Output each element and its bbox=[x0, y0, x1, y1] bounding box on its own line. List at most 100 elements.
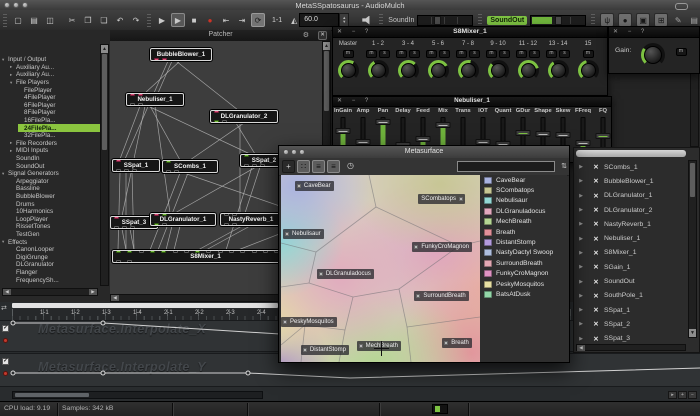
slider-handle[interactable] bbox=[376, 119, 391, 125]
surface-snapshot-funkycromagnon[interactable]: FunkyCroMagnon bbox=[412, 242, 472, 252]
mute-button[interactable]: m bbox=[546, 50, 557, 58]
input-port[interactable] bbox=[150, 250, 155, 253]
expand-icon[interactable]: ▶ bbox=[574, 336, 588, 342]
channel-gain-knob[interactable] bbox=[458, 60, 479, 81]
snapshot-button[interactable]: ▣ bbox=[636, 13, 650, 27]
toolbar-grip[interactable] bbox=[147, 13, 151, 27]
delete-icon[interactable]: ✕ bbox=[588, 278, 604, 286]
toolbar-grip[interactable] bbox=[591, 13, 595, 27]
solo-button[interactable]: s bbox=[439, 50, 450, 58]
sidebar-item-midi-inputs[interactable]: ▸MIDI Inputs bbox=[0, 147, 100, 155]
toolbar-grip[interactable] bbox=[379, 13, 383, 27]
snapshot-item-peskymosquitos[interactable]: PeskyMosquitos bbox=[480, 279, 567, 289]
snapshot-item-dlgranuladocus[interactable]: DLGranuladocus bbox=[480, 206, 567, 216]
patcher-node-sspat-1[interactable]: SSpat_1 bbox=[112, 159, 160, 172]
channel-gain-knob[interactable] bbox=[578, 60, 599, 81]
input-port[interactable] bbox=[173, 250, 178, 253]
solo-button[interactable]: s bbox=[529, 50, 540, 58]
nebuliser-titlebar[interactable]: ✕ − ? Nebuliser_1 bbox=[333, 97, 611, 107]
titlebar-widget-icon[interactable] bbox=[675, 3, 688, 10]
sidebar-item-bubbleblower[interactable]: BubbleBlower bbox=[0, 193, 100, 201]
mute-button[interactable]: m bbox=[676, 48, 687, 56]
undo-button[interactable]: ↶ bbox=[113, 13, 127, 27]
toolbar-grip[interactable] bbox=[478, 13, 482, 27]
input-port[interactable] bbox=[232, 213, 237, 216]
sidebar-item-drums[interactable]: Drums bbox=[0, 200, 100, 208]
edit-tool-button[interactable]: ✎ bbox=[671, 13, 685, 27]
surface-snapshot-dlgranuladocus[interactable]: DLGranuladocus bbox=[317, 269, 374, 279]
speaker-icon[interactable] bbox=[362, 16, 372, 25]
mute-button[interactable]: m bbox=[583, 50, 594, 58]
delete-icon[interactable]: ✕ bbox=[588, 177, 604, 185]
gain-knob[interactable] bbox=[641, 43, 665, 67]
sidebar-item-file-recorders[interactable]: ▸File Recorders bbox=[0, 140, 100, 148]
slider-handle[interactable] bbox=[416, 136, 431, 142]
tempo-control[interactable]: ◭60.0▲▼ bbox=[291, 13, 349, 27]
open-button[interactable]: ▤ bbox=[27, 13, 41, 27]
input-port[interactable] bbox=[116, 250, 121, 253]
output-port[interactable] bbox=[154, 223, 159, 226]
tempo-stepper[interactable]: ▲▼ bbox=[339, 13, 349, 27]
slider-handle[interactable] bbox=[436, 122, 451, 128]
input-port[interactable] bbox=[229, 250, 234, 253]
patcher-node-scombs-1[interactable]: SCombs_1 bbox=[162, 160, 218, 173]
palette-horizontal-scrollbar[interactable]: ◀ ▶ bbox=[2, 288, 98, 296]
doc-item-sspat-2[interactable]: ▶✕SSpat_2 bbox=[574, 317, 687, 331]
slider-handle[interactable] bbox=[536, 131, 551, 137]
slider-handle[interactable] bbox=[516, 130, 531, 136]
slider-handle[interactable] bbox=[356, 139, 371, 145]
scroll-down-icon[interactable]: ▼ bbox=[689, 329, 696, 337]
output-port[interactable] bbox=[130, 103, 135, 106]
skip-start-button[interactable]: ⇤ bbox=[219, 13, 233, 27]
channel-gain-knob[interactable] bbox=[428, 60, 449, 81]
solo-button[interactable]: s bbox=[559, 50, 570, 58]
full-screen-button[interactable]: ⊞ bbox=[654, 13, 668, 27]
input-port[interactable] bbox=[195, 250, 200, 253]
automation-point[interactable] bbox=[11, 371, 15, 375]
patcher-node-nebuliser-1[interactable]: Nebuliser_1 bbox=[126, 93, 184, 106]
delete-icon[interactable]: ✕ bbox=[588, 192, 604, 200]
scroll-left-icon[interactable]: ◀ bbox=[3, 289, 11, 295]
delete-icon[interactable]: ✕ bbox=[588, 163, 604, 171]
output-port[interactable] bbox=[162, 58, 167, 61]
delete-icon[interactable]: ✕ bbox=[588, 263, 604, 271]
sidebar-item-32filepla[interactable]: 32FilePla... bbox=[0, 132, 100, 140]
automation-line-y[interactable] bbox=[13, 368, 700, 378]
automation-point[interactable] bbox=[101, 371, 105, 375]
solo-button[interactable]: s bbox=[499, 50, 510, 58]
mute-button[interactable]: m bbox=[426, 50, 437, 58]
patcher-view-button[interactable]: ψ bbox=[600, 13, 614, 27]
delete-icon[interactable]: ✕ bbox=[588, 235, 604, 243]
mute-button[interactable]: m bbox=[343, 50, 354, 58]
copy-button[interactable]: ❐ bbox=[81, 13, 95, 27]
output-port[interactable] bbox=[130, 226, 135, 229]
sidebar-item-rissettones[interactable]: RissetTones bbox=[0, 223, 100, 231]
input-port[interactable] bbox=[138, 93, 143, 96]
skip-end-button[interactable]: ⇥ bbox=[235, 13, 249, 27]
input-port[interactable] bbox=[240, 250, 245, 253]
output-port[interactable] bbox=[222, 120, 227, 123]
output-port[interactable] bbox=[260, 164, 265, 167]
doc-item-dlgranulator-1[interactable]: ▶✕DLGranulator_1 bbox=[574, 189, 687, 203]
add-snapshot-icon[interactable]: + bbox=[282, 160, 295, 173]
toolbar-grip[interactable] bbox=[3, 13, 7, 27]
automation-point[interactable] bbox=[101, 321, 105, 325]
sidebar-item-auxiliary-au[interactable]: ▸Auxiliary Au... bbox=[0, 71, 100, 79]
expand-icon[interactable]: ▶ bbox=[574, 221, 588, 227]
play-pause-button[interactable]: ▶ bbox=[155, 13, 169, 27]
output-port[interactable] bbox=[127, 260, 132, 263]
patcher-node-s8mixer-1[interactable]: S8Mixer_1 bbox=[112, 250, 299, 263]
output-port[interactable] bbox=[114, 226, 119, 229]
sidebar-item-file-players[interactable]: ▾File Players bbox=[0, 79, 100, 87]
scroll-left-icon[interactable]: ◀ bbox=[577, 345, 585, 351]
scroll-right-icon[interactable]: ▶ bbox=[89, 289, 97, 295]
expand-icon[interactable]: ▶ bbox=[574, 207, 588, 213]
snapshot-item-cavebear[interactable]: CaveBear bbox=[480, 175, 567, 185]
output-port[interactable] bbox=[154, 58, 159, 61]
sidebar-item-soundout[interactable]: SoundOut bbox=[0, 162, 100, 170]
patcher-node-dlgranulator-2[interactable]: DLGranulator_2 bbox=[210, 110, 278, 123]
delete-icon[interactable]: ✕ bbox=[588, 220, 604, 228]
channel-gain-knob[interactable] bbox=[488, 60, 509, 81]
sidebar-item-6fileplayer[interactable]: 6FilePlayer bbox=[0, 102, 100, 110]
input-port[interactable] bbox=[116, 159, 121, 162]
